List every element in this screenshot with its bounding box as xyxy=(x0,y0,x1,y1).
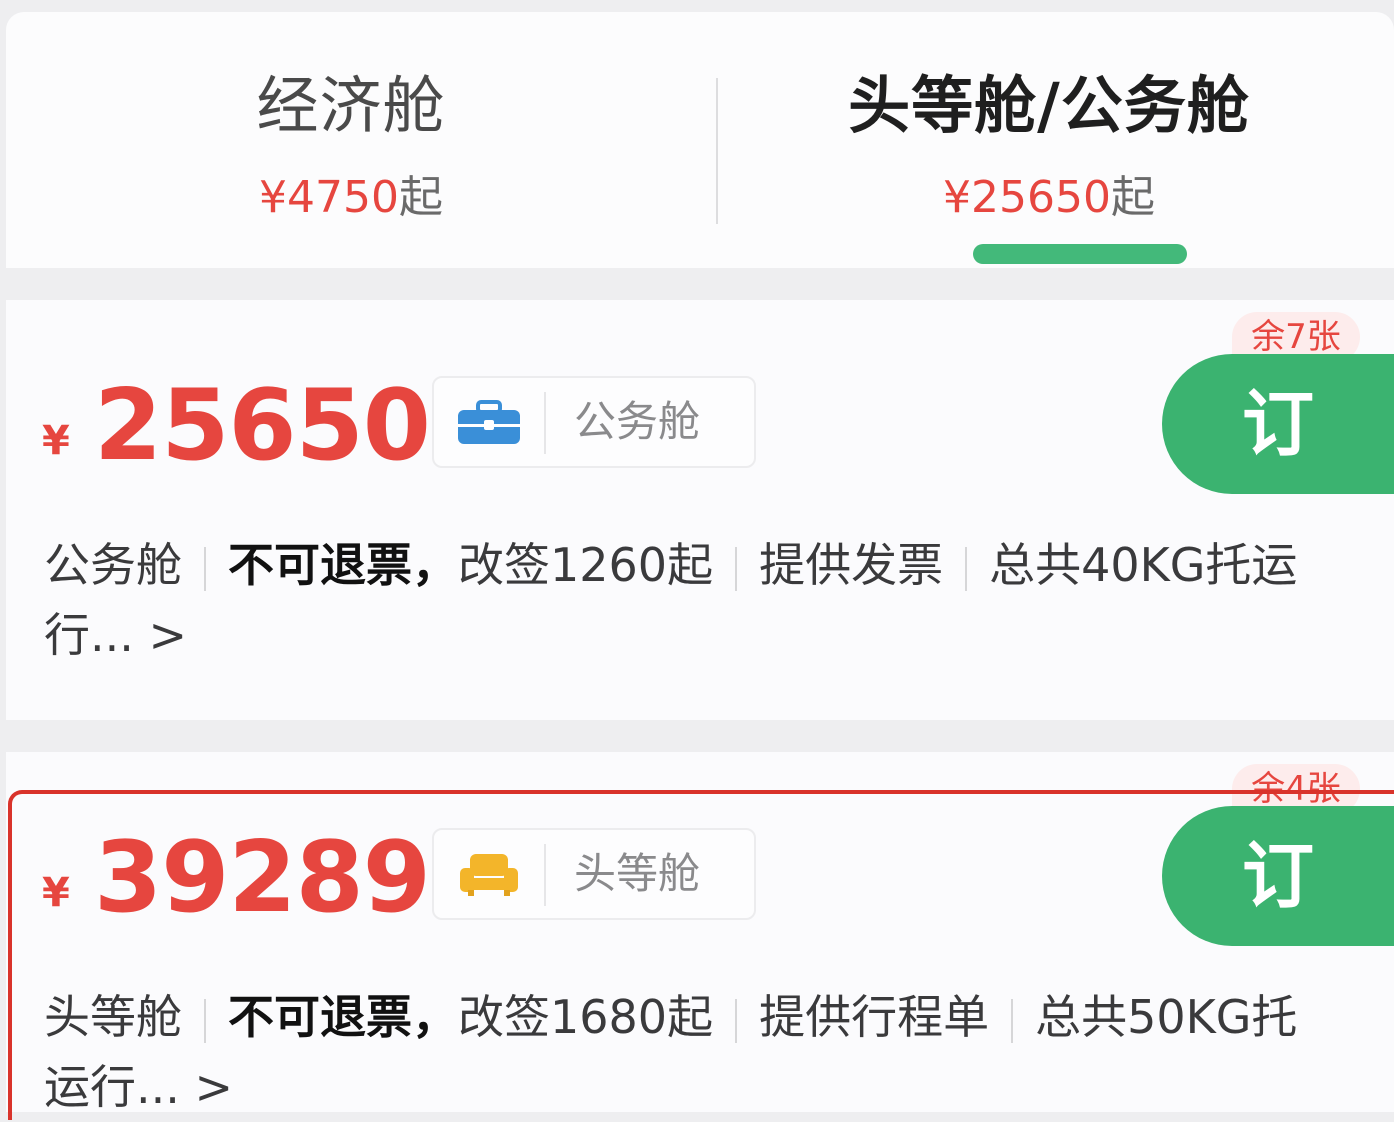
tab-first-business-price-value: ¥25650 xyxy=(943,172,1111,223)
detail-cabin: 公务舱 xyxy=(44,538,182,592)
detail-separator xyxy=(735,546,738,591)
detail-invoice: 提供行程单 xyxy=(759,990,990,1044)
cabin-tag-label: 公务舱 xyxy=(574,397,701,446)
tab-economy-title: 经济舱 xyxy=(256,69,446,142)
book-button[interactable]: 订 xyxy=(1162,806,1394,946)
detail-separator xyxy=(204,998,206,1043)
detail-baggage: 总共50KG托 xyxy=(1035,990,1298,1044)
detail-separator xyxy=(1011,998,1014,1043)
tab-economy-price: ¥4750起 xyxy=(6,170,696,226)
detail-change: 改签1260起 xyxy=(458,538,714,592)
detail-separator xyxy=(965,546,968,591)
cabin-tag: 头等舱 xyxy=(432,828,756,920)
armchair-icon xyxy=(460,854,518,896)
fare-details[interactable]: 公务舱 不可退票，改签1260起 提供发票 总共40KG托运 行... > xyxy=(44,530,1394,670)
detail-baggage: 总共40KG托运 xyxy=(989,538,1298,592)
detail-cabin: 头等舱 xyxy=(44,990,182,1044)
cabin-tag-separator xyxy=(544,392,546,454)
detail-more-link[interactable]: 运行... > xyxy=(44,1052,1394,1122)
detail-separator xyxy=(735,998,738,1043)
fare-price: 39289 xyxy=(94,821,431,935)
tab-first-business-title: 头等舱/公务舱 xyxy=(848,69,1250,142)
fare-currency-symbol: ¥ xyxy=(42,870,70,916)
fare-price: 25650 xyxy=(94,369,431,483)
fare-details[interactable]: 头等舱 不可退票，改签1680起 提供行程单 总共50KG托 运行... > xyxy=(44,982,1394,1122)
cabin-class-tabs: 经济舱 ¥4750起 头等舱/公务舱 ¥25650起 xyxy=(6,12,1394,268)
fare-currency-symbol: ¥ xyxy=(42,418,70,464)
detail-refund: 不可退票， xyxy=(228,538,458,592)
detail-separator xyxy=(204,546,206,591)
cabin-tag: 公务舱 xyxy=(432,376,756,468)
active-tab-indicator xyxy=(973,244,1187,264)
cabin-tag-separator xyxy=(544,844,546,906)
tab-first-business-price-suffix: 起 xyxy=(1110,172,1155,223)
detail-more-link[interactable]: 行... > xyxy=(44,600,1394,670)
detail-change: 改签1680起 xyxy=(458,990,714,1044)
fare-card-business[interactable]: ¥ 25650 公务舱 余7张 订 公务舱 不可退票，改签1260起 提供发票 总共4… xyxy=(6,300,1394,720)
detail-refund: 不可退票， xyxy=(228,990,458,1044)
tab-first-business[interactable]: 头等舱/公务舱 ¥25650起 xyxy=(704,12,1394,268)
tab-economy-price-suffix: 起 xyxy=(398,172,443,223)
cabin-tag-label: 头等舱 xyxy=(574,849,701,898)
tab-economy[interactable]: 经济舱 ¥4750起 xyxy=(6,12,696,268)
briefcase-icon xyxy=(458,400,520,444)
fare-card-first[interactable]: ¥ 39289 头等舱 余4张 订 头等舱 不可退票，改签1680起 提供行程单 总共… xyxy=(6,752,1394,1114)
detail-invoice: 提供发票 xyxy=(759,538,944,592)
tab-economy-price-value: ¥4750 xyxy=(259,172,399,223)
book-button[interactable]: 订 xyxy=(1162,354,1394,494)
tab-first-business-price: ¥25650起 xyxy=(704,170,1394,226)
